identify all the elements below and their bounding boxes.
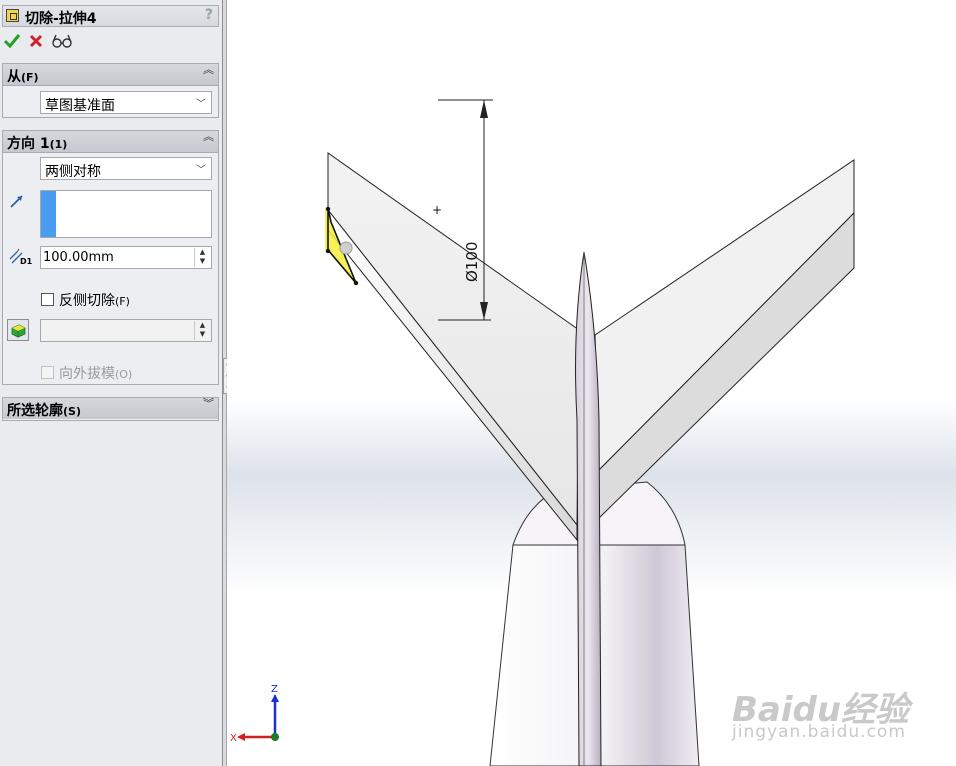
expand-chevron-icon[interactable]: ︾ <box>203 398 214 409</box>
direction1-group-header[interactable]: 方向 1(1) ︽ <box>3 131 218 153</box>
end-condition-value: 两侧对称 <box>45 164 101 180</box>
from-selected-value: 草图基准面 <box>45 98 115 114</box>
watermark: Baidu经验 jingyan.baidu.com <box>732 682 909 742</box>
dimension-label: Ø100 <box>463 242 481 282</box>
x-axis-label: X <box>230 733 237 744</box>
depth-input[interactable]: 100.00mm ▲ ▼ <box>40 246 212 269</box>
cut-extrude-icon <box>6 9 19 22</box>
direction-reference-selection-box[interactable] <box>40 190 212 238</box>
depth-dimension-icon: D1 <box>8 247 32 267</box>
from-group-header[interactable]: 从(F) ︽ <box>3 64 218 86</box>
direction1-group-shortcut: (1) <box>49 138 68 151</box>
draft-toggle-button[interactable] <box>7 319 29 341</box>
selected-contours-shortcut: (S) <box>63 405 81 418</box>
feature-title: 切除-拉伸4 <box>25 11 97 27</box>
x-icon <box>29 34 43 48</box>
depth-spinner-arrows[interactable]: ▲ ▼ <box>194 248 210 267</box>
draft-spinner-arrows[interactable]: ▲ ▼ <box>194 321 210 340</box>
collapse-chevron-icon[interactable]: ︽ <box>203 64 214 75</box>
chevron-down-icon: ﹀ <box>196 165 206 176</box>
flip-side-checkbox[interactable] <box>41 293 54 306</box>
selected-contours-group: 所选轮廓(S) ︾ <box>2 397 219 421</box>
vertical-fin[interactable] <box>575 251 602 766</box>
direction1-group: 方向 1(1) ︽ 两侧对称 ﹀ D1 100.00mm ▲ ▼ 反侧切除(F) … <box>2 130 219 385</box>
from-group-title: 从 <box>7 69 21 85</box>
selected-contours-title: 所选轮廓 <box>7 403 63 419</box>
cancel-button[interactable] <box>26 30 46 52</box>
direction1-group-title: 方向 1 <box>7 136 50 152</box>
collapse-chevron-icon[interactable]: ︽ <box>203 131 214 142</box>
from-group: 从(F) ︽ 草图基准面 ﹀ <box>2 63 219 118</box>
chevron-down-icon: ﹀ <box>196 99 206 110</box>
depth-value: 100.00mm <box>43 250 114 265</box>
axis-triad: Z X <box>230 684 279 744</box>
draft-outward-shortcut: (O) <box>115 368 133 381</box>
property-manager: 切除-拉伸4 ? 从(F) ︽ 草图基准面 ﹀ 方向 1(1) ︽ 两侧对称 ﹀… <box>0 0 223 766</box>
help-button[interactable]: ? <box>205 7 213 23</box>
watermark-url: jingyan.baidu.com <box>732 722 906 742</box>
selection-active-indicator <box>41 191 56 237</box>
glasses-icon <box>52 34 72 48</box>
draft-outward-checkbox[interactable] <box>41 366 54 379</box>
from-start-condition-select[interactable]: 草图基准面 ﹀ <box>40 91 212 114</box>
left-wing[interactable] <box>327 152 580 542</box>
graphics-area[interactable]: Ø100 + Z X <box>227 0 956 766</box>
property-manager-header: 切除-拉伸4 ? <box>2 5 219 27</box>
draft-cube-icon <box>11 324 26 338</box>
detailed-preview-button[interactable] <box>52 30 72 52</box>
checkmark-icon <box>3 34 21 49</box>
right-wing[interactable] <box>594 159 855 520</box>
ok-button[interactable] <box>2 30 22 52</box>
flip-side-shortcut: (F) <box>115 295 130 308</box>
end-condition-select[interactable]: 两侧对称 ﹀ <box>40 157 212 180</box>
model-view: Ø100 + Z X <box>230 99 855 766</box>
direction-arrow-icon[interactable] <box>9 193 25 213</box>
draft-outward-label: 向外拔模 <box>59 366 115 382</box>
draft-angle-input[interactable]: ▲ ▼ <box>40 319 212 342</box>
flip-side-label: 反侧切除 <box>59 293 115 309</box>
cursor-crosshair-icon: + <box>432 203 442 217</box>
from-group-shortcut: (F) <box>21 71 39 84</box>
selected-contours-header[interactable]: 所选轮廓(S) ︾ <box>3 398 218 419</box>
z-axis-label: Z <box>271 684 278 695</box>
